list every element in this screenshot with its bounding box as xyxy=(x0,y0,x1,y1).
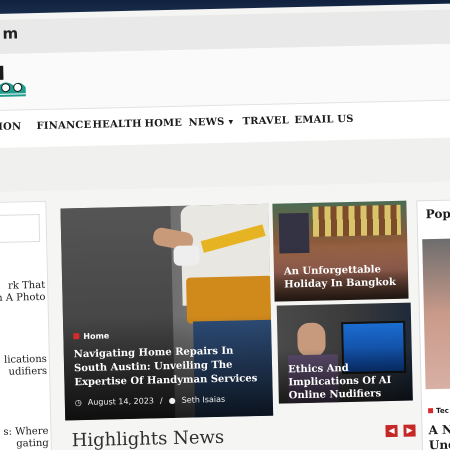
web-page: m TION FINANCE HEALTH HOME NEWS ▾ TRAVEL … xyxy=(0,3,450,450)
hero-category-badge[interactable]: Home xyxy=(73,331,109,341)
highlights-section-title: Highlights News xyxy=(71,426,225,450)
sidebar-item-1[interactable]: rk That n A Photo xyxy=(0,280,46,305)
nav-item-news[interactable]: NEWS ▾ xyxy=(188,117,233,129)
card-image-lights xyxy=(312,204,402,237)
nav-item-email-us[interactable]: EMAIL US xyxy=(294,114,353,126)
address-bar-text: m xyxy=(2,24,19,43)
nav-item-health[interactable]: HEALTH xyxy=(92,119,141,131)
chevron-down-icon: ▾ xyxy=(228,117,234,128)
sidebar-item-3[interactable]: s: Where gating old Rates xyxy=(0,426,49,450)
nav-item-education[interactable]: TION xyxy=(0,121,21,133)
article-card-title[interactable]: Ethics And Implications Of AI Online Nud… xyxy=(288,361,407,403)
clock-icon: ◷ xyxy=(74,398,82,408)
hero-category-label: Home xyxy=(83,331,110,342)
hero-date: August 14, 2023 xyxy=(87,396,155,407)
popular-category-label: Tec xyxy=(436,406,449,416)
category-dot-icon xyxy=(73,333,80,340)
hero-title[interactable]: Navigating Home Repairs In South Austin:… xyxy=(74,344,267,390)
left-sidebar: rk That n A Photo lications udifiers s: … xyxy=(0,200,53,450)
article-card-bangkok[interactable]: An Unforgettable Holiday In Bangkok xyxy=(272,200,409,302)
popular-widget-title: Popu xyxy=(425,206,450,222)
popular-article-image[interactable] xyxy=(422,238,450,390)
site-header xyxy=(0,43,450,110)
article-card-title[interactable]: An Unforgettable Holiday In Bangkok xyxy=(284,263,403,292)
hero-article[interactable]: Home Navigating Home Repairs In South Au… xyxy=(60,203,274,421)
nav-item-travel[interactable]: TRAVEL xyxy=(242,115,289,127)
popular-category-badge[interactable]: Tec xyxy=(428,407,449,415)
popular-article-title[interactable]: A Ne Und xyxy=(428,422,450,450)
hero-image-glove xyxy=(173,245,200,266)
header-spacer xyxy=(0,137,450,192)
nav-item-finance[interactable]: FINANCE xyxy=(36,120,91,132)
nav-item-news-label: NEWS xyxy=(188,116,225,129)
carousel-next-button[interactable]: ▶ xyxy=(403,424,416,437)
meta-separator: / xyxy=(159,396,163,406)
sidebar-item-2[interactable]: lications udifiers xyxy=(0,354,47,379)
carousel-prev-button[interactable]: ◀ xyxy=(385,424,398,438)
chevron-left-icon: ◀ xyxy=(388,425,395,436)
popular-widget: Popu Tec A Ne Und xyxy=(416,199,450,450)
screenshot-stage: m TION FINANCE HEALTH HOME NEWS ▾ TRAVEL … xyxy=(0,0,450,450)
article-card-ai-ethics[interactable]: Ethics And Implications Of AI Online Nud… xyxy=(276,302,413,404)
user-icon: ● xyxy=(168,395,176,406)
nav-item-home[interactable]: HOME xyxy=(144,118,182,130)
category-dot-icon xyxy=(428,408,434,414)
hero-author[interactable]: Seth Isaias xyxy=(182,395,226,405)
sidebar-search-box[interactable] xyxy=(0,213,41,244)
site-logo[interactable] xyxy=(0,63,30,102)
chevron-right-icon: ▶ xyxy=(406,425,413,435)
